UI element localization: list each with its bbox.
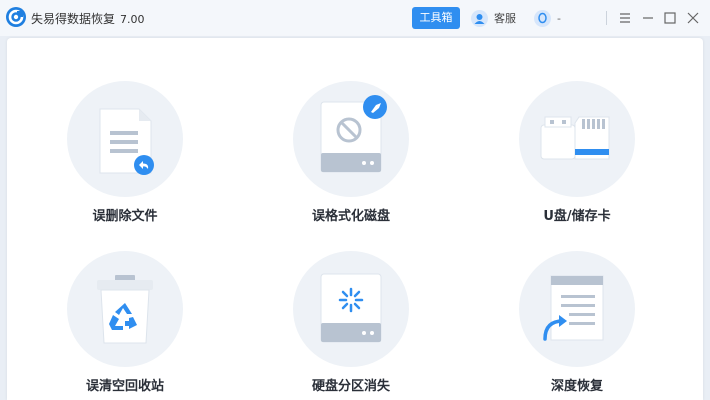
deep-recovery-icon	[543, 275, 604, 341]
maximize-icon[interactable]	[662, 10, 678, 26]
customer-service-icon	[471, 9, 488, 27]
close-icon[interactable]	[685, 10, 701, 26]
tile-label: 误删除文件	[92, 209, 158, 224]
tile-label: U盘/储存卡	[543, 209, 611, 224]
tile-circle	[67, 251, 183, 367]
app-version: 7.00	[120, 13, 145, 26]
toolbox-button[interactable]: 工具箱	[412, 7, 460, 29]
format-disk-icon	[320, 95, 387, 173]
qq-label: -	[557, 11, 561, 25]
app-logo-icon	[6, 7, 26, 27]
main-panel: 误删除文件 误格式化磁盘 U盘/储存卡 误清空回收站 硬盘分区消失 深度恢复	[7, 38, 703, 400]
tile-label: 硬盘分区消失	[311, 379, 390, 394]
minimize-icon[interactable]	[640, 10, 656, 26]
tile-circle	[293, 81, 409, 197]
app-name: 失易得数据恢复	[31, 12, 116, 26]
qq-button[interactable]: -	[534, 9, 561, 27]
tile-circle	[519, 81, 635, 197]
title-bar: 失易得数据恢复 7.00 工具箱 客服 -	[0, 0, 710, 36]
qq-icon	[534, 9, 551, 27]
title-divider	[606, 11, 607, 25]
tile-circle	[67, 81, 183, 197]
customer-service-label: 客服	[494, 12, 516, 25]
customer-service-button[interactable]: 客服	[471, 9, 516, 27]
tile-label: 误格式化磁盘	[311, 209, 390, 224]
tile-circle	[519, 251, 635, 367]
tile-label: 误清空回收站	[85, 379, 164, 394]
tile-label: 深度恢复	[550, 379, 603, 394]
usb-sd-card-icon	[540, 116, 610, 160]
app-title: 失易得数据恢复 7.00	[31, 10, 145, 27]
menu-icon[interactable]	[617, 10, 633, 26]
recycle-bin-icon	[97, 275, 153, 344]
tile-circle	[293, 251, 409, 367]
lost-partition-icon	[320, 273, 382, 343]
deleted-file-icon	[99, 108, 154, 175]
